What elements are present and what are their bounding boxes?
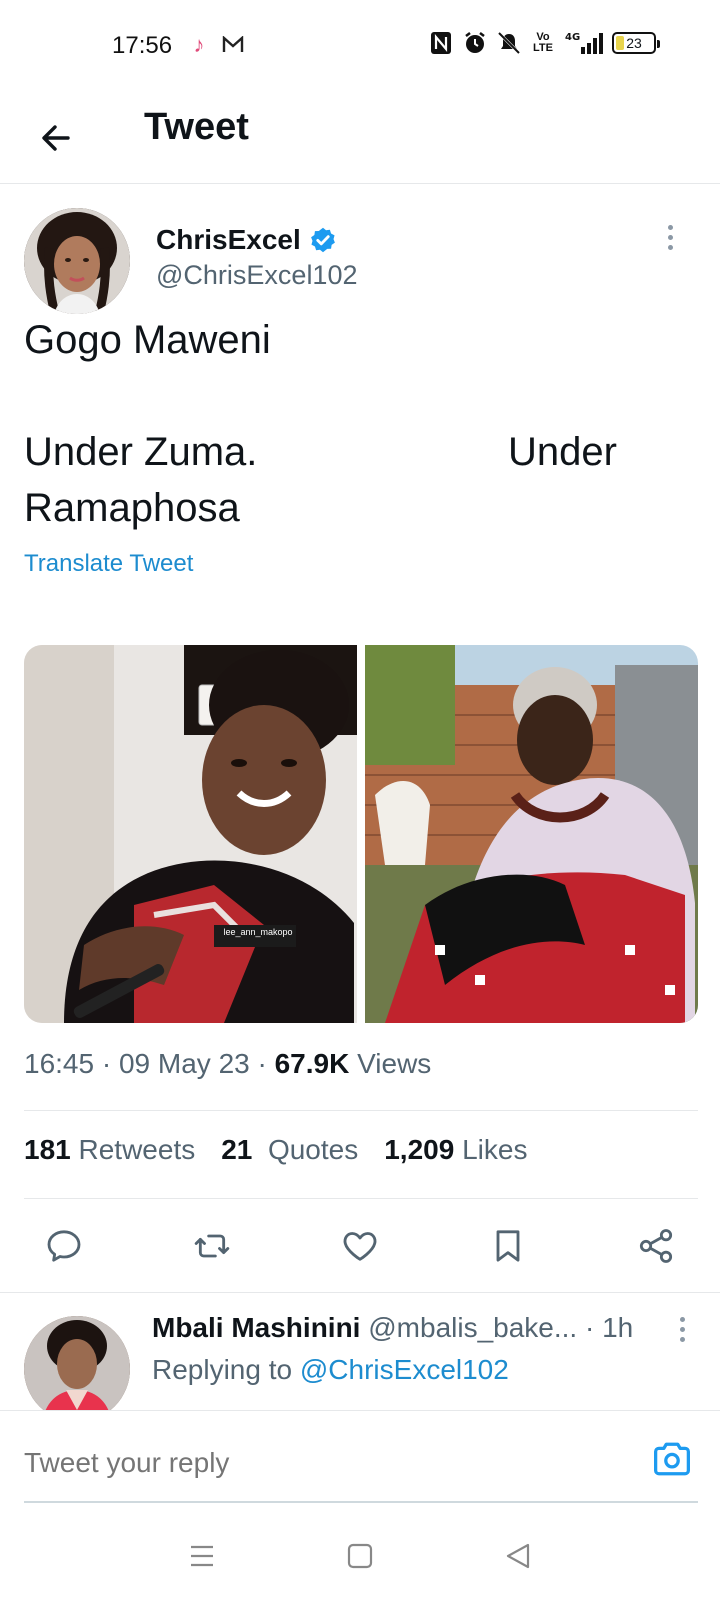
reply-more-options-button[interactable] [672, 1314, 692, 1344]
divider [24, 1110, 698, 1111]
reply-author-name[interactable]: Mbali Mashinini [152, 1312, 360, 1343]
retweets-label: Retweets [78, 1134, 196, 1165]
gmail-icon [220, 32, 246, 58]
arrow-left-icon [42, 125, 70, 151]
more-options-button[interactable] [660, 222, 680, 252]
battery-level: 23 [626, 35, 642, 51]
bookmark-icon [496, 1230, 520, 1262]
retweet-button[interactable] [188, 1222, 236, 1270]
quotes-count: 21 [221, 1134, 253, 1165]
reply-age: 1h [602, 1312, 634, 1343]
meta-separator: · [585, 1312, 595, 1343]
tweet-actions [40, 1222, 680, 1270]
views-label: Views [357, 1048, 432, 1079]
reply-input[interactable] [24, 1447, 604, 1479]
more-dot-icon [679, 1316, 685, 1322]
back-button[interactable] [30, 112, 82, 164]
media-image-left[interactable]: lee_ann_makopo [24, 645, 357, 1023]
more-dot-icon [679, 1326, 685, 1332]
tweet-text-line: Gogo Maweni [24, 318, 271, 362]
home-square-icon [347, 1543, 373, 1569]
like-icon [343, 1232, 377, 1261]
status-time: 17:56 [112, 32, 173, 59]
nfc-icon [428, 30, 454, 56]
back-triangle-icon [506, 1543, 530, 1569]
replying-to-handle[interactable]: @ChrisExcel102 [300, 1354, 509, 1385]
more-dot-icon [667, 224, 673, 230]
reply-header: Mbali Mashinini @mbalis_bake... · 1h [152, 1312, 633, 1344]
meta-separator: · [101, 1048, 112, 1079]
menu-icon [191, 1545, 213, 1567]
menu-button[interactable] [178, 1532, 226, 1580]
tweet-date: 09 May 23 [118, 1048, 250, 1079]
home-button[interactable] [336, 1532, 384, 1580]
retweets-count: 181 [24, 1134, 71, 1165]
views-count: 67.9K [274, 1048, 350, 1079]
replying-to-prefix: Replying to [152, 1354, 293, 1385]
reply-author-handle[interactable]: @mbalis_bake... [368, 1312, 577, 1343]
share-icon [639, 1229, 673, 1263]
share-button[interactable] [632, 1222, 680, 1270]
translate-tweet-link[interactable]: Translate Tweet [24, 550, 193, 578]
tweet-text-line: Under [508, 430, 617, 474]
author-avatar[interactable] [24, 208, 130, 314]
camera-icon [654, 1442, 690, 1476]
author-handle[interactable]: @ChrisExcel102 [156, 260, 358, 291]
author-name[interactable]: ChrisExcel [156, 224, 337, 256]
more-dot-icon [667, 244, 673, 250]
replying-to: Replying to @ChrisExcel102 [152, 1354, 509, 1386]
tiktok-icon: ♪ [193, 32, 205, 57]
verified-badge-icon [310, 227, 335, 253]
media-image-right[interactable] [365, 645, 698, 1023]
volte-icon: Vo LTE [533, 31, 553, 54]
composer-underline [24, 1501, 698, 1503]
divider [0, 1292, 720, 1293]
system-nav-bar [0, 1512, 720, 1600]
reply-icon [47, 1230, 81, 1262]
status-bar: 17:56 ♪ Vo LTE 4G 23 [0, 0, 720, 92]
tweet-text-line: Ramaphosa [24, 486, 240, 530]
tweet-media: lee_ann_makopo [24, 645, 698, 1023]
top-app-bar [0, 92, 720, 184]
battery-icon: 23 [612, 32, 660, 54]
tweet-meta: 16:45 · 09 May 23 · 67.9K Views [24, 1048, 431, 1080]
status-icons: Vo LTE 4G 23 [428, 30, 660, 56]
reply-composer [0, 1410, 720, 1510]
reply-button[interactable] [40, 1222, 88, 1270]
system-back-button[interactable] [494, 1532, 542, 1580]
media-caption: lee_ann_makopo [223, 927, 293, 937]
reply-author-avatar[interactable] [24, 1316, 130, 1422]
more-dot-icon [679, 1336, 685, 1342]
retweets-stat[interactable]: 181 Retweets [24, 1134, 195, 1166]
likes-stat[interactable]: 1,209 Likes [384, 1134, 527, 1166]
quotes-stat[interactable]: 21 Quotes [221, 1134, 358, 1166]
alarm-icon [462, 30, 488, 56]
meta-separator: · [257, 1048, 267, 1079]
likes-count: 1,209 [384, 1134, 455, 1165]
tweet-text-line: Under Zuma. [24, 430, 258, 474]
retweet-icon [194, 1234, 230, 1258]
more-dot-icon [667, 234, 673, 240]
quotes-label: Quotes [267, 1134, 359, 1165]
tweet-stats: 181 Retweets 21 Quotes 1,209 Likes [24, 1134, 527, 1166]
like-button[interactable] [336, 1222, 384, 1270]
bookmark-button[interactable] [484, 1222, 532, 1270]
camera-button[interactable] [650, 1437, 694, 1481]
page-title: Tweet [144, 106, 249, 148]
tweet-time: 16:45 [24, 1048, 95, 1079]
battery-fill [616, 36, 624, 50]
divider [24, 1198, 698, 1199]
author-name-text: ChrisExcel [156, 224, 301, 255]
signal-icon: 4G [564, 30, 604, 56]
likes-label: Likes [462, 1134, 528, 1165]
svg-text:4G: 4G [565, 32, 580, 43]
mute-icon [496, 30, 522, 56]
